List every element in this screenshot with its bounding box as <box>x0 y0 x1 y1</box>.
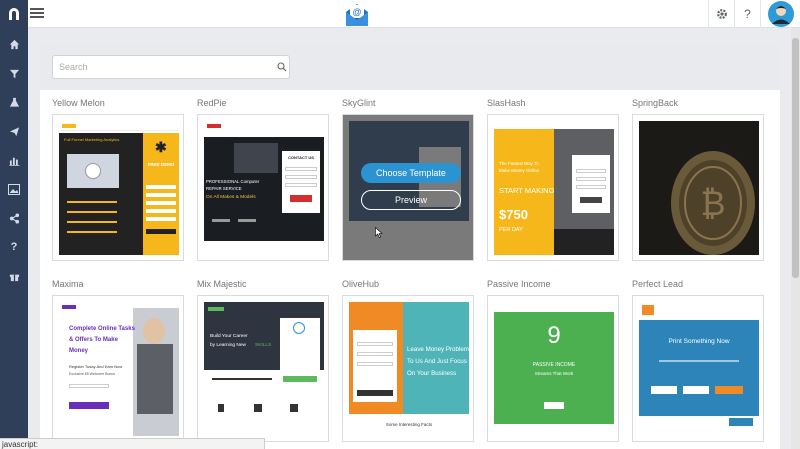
thumb-line2: Streams That Work <box>534 371 574 376</box>
template-card[interactable]: SkyGlint Choose Template Preview <box>342 97 474 261</box>
template-name: SlasHash <box>487 98 526 108</box>
template-preview[interactable]: Print Something Now <box>632 295 764 442</box>
template-preview[interactable]: Leave Money Problem To Us And Just Focus… <box>342 295 474 442</box>
thumb-line1: Print Something Now <box>668 338 730 345</box>
template-thumbnail: The Fastest Way To Make Money Online STA… <box>494 121 614 255</box>
mouse-cursor-icon <box>375 227 383 238</box>
thumb-line1: PROFESSIONAL Computer <box>206 179 260 184</box>
hover-overlay <box>343 115 473 260</box>
bar-chart-icon[interactable] <box>0 150 28 170</box>
thumb-headline: Full Funnel Marketing Analytics <box>64 137 120 142</box>
thumb-sub2: Exclusive $5 Welcome Bonus <box>69 372 116 376</box>
coin-image: ₿ <box>639 121 759 255</box>
template-thumbnail: Leave Money Problem To Us And Just Focus… <box>349 302 469 436</box>
help-icon[interactable]: ? <box>0 237 28 257</box>
thumb-line1: PASSIVE INCOME <box>532 362 576 368</box>
thumb-cta: FREE DEMO <box>147 162 175 167</box>
preview-button[interactable]: Preview <box>361 190 461 210</box>
thumb-line1: Leave Money Problem <box>407 346 469 353</box>
search-bar <box>40 45 780 90</box>
template-name: Yellow Melon <box>52 98 105 108</box>
template-thumbnail: ₿ <box>639 121 759 255</box>
thumb-footer: Some Interesting Facts <box>385 422 433 427</box>
template-card[interactable]: Perfect Lead Print Something Now <box>632 278 764 442</box>
thumb-num: 9 <box>547 322 561 349</box>
template-card[interactable]: Yellow Melon Full Funnel Marketing Analy… <box>52 97 184 261</box>
thumb-line2: & Offers To Make <box>69 337 118 343</box>
template-name: Mix Majestic <box>197 279 247 289</box>
template-thumbnail: Build Your Career by Learning New SKILLS <box>204 302 324 436</box>
template-preview[interactable]: 9 PASSIVE INCOME Streams That Work <box>487 295 619 442</box>
thumb-line1: Build Your Career <box>210 334 248 339</box>
mail-at-icon[interactable]: @ <box>343 0 371 28</box>
hamburger-menu-icon[interactable] <box>30 6 44 20</box>
template-preview[interactable]: Complete Online Tasks & Offers To Make M… <box>52 295 184 442</box>
template-card[interactable]: Mix Majestic Build Your Career by Learni… <box>197 278 329 442</box>
search-input[interactable] <box>52 55 290 79</box>
template-thumbnail: Full Funnel Marketing Analytics ✱ FREE D… <box>59 121 179 255</box>
svg-text:₿: ₿ <box>700 185 725 223</box>
funnel-icon[interactable] <box>0 63 28 83</box>
template-name: RedPie <box>197 98 227 108</box>
template-name: OliveHub <box>342 279 380 289</box>
thumb-line1: The Fastest Way To <box>499 161 539 166</box>
gift-icon[interactable] <box>0 266 28 286</box>
user-avatar-icon[interactable] <box>760 0 800 28</box>
thumb-line2: REPAIR SERVICE <box>206 186 242 191</box>
template-preview[interactable]: Build Your Career by Learning New SKILLS <box>197 295 329 442</box>
template-preview[interactable]: The Fastest Way To Make Money Online STA… <box>487 114 619 261</box>
thumb-line2: Make Money Online <box>499 168 540 173</box>
brand-logo-icon[interactable] <box>0 0 28 28</box>
template-name: Maxima <box>52 279 84 289</box>
template-card[interactable]: SlasHash The Fastest Way To Make Money O… <box>487 97 619 261</box>
template-thumbnail: 9 PASSIVE INCOME Streams That Work <box>494 302 614 436</box>
page-scrollbar[interactable] <box>791 28 800 449</box>
thumb-line1: Complete Online Tasks <box>69 326 135 332</box>
template-gallery: Yellow Melon Full Funnel Marketing Analy… <box>40 45 780 449</box>
thumb-line3: Money <box>69 348 89 354</box>
template-preview[interactable]: PROFESSIONAL Computer REPAIR SERVICE On … <box>197 114 329 261</box>
help-button[interactable]: ? <box>734 0 760 28</box>
template-thumbnail: PROFESSIONAL Computer REPAIR SERVICE On … <box>204 121 324 255</box>
sidebar: ? <box>0 0 28 449</box>
thumb-box: CONTACT US <box>288 155 314 160</box>
thumb-line3: On All Makes & Models <box>206 195 256 200</box>
thumb-sub: Register Today And Earn Now <box>69 364 123 369</box>
gear-icon[interactable] <box>708 0 734 28</box>
template-name: Perfect Lead <box>632 279 684 289</box>
search-icon[interactable] <box>277 62 287 72</box>
template-name: SpringBack <box>632 98 679 108</box>
share-icon[interactable] <box>0 208 28 228</box>
flask-icon[interactable] <box>0 92 28 112</box>
image-icon[interactable] <box>0 179 28 199</box>
thumb-line3: On Your Business <box>407 370 457 377</box>
template-preview[interactable]: ₿ <box>632 114 764 261</box>
paper-plane-icon[interactable] <box>0 121 28 141</box>
thumb-line2: by Learning New <box>210 343 246 348</box>
thumb-amount: $750 <box>499 207 528 222</box>
template-preview[interactable]: Full Funnel Marketing Analytics ✱ FREE D… <box>52 114 184 261</box>
template-card[interactable]: RedPie PROFESSIONAL Computer REPAIR SERV… <box>197 97 329 261</box>
thumb-sub: PER DAY <box>499 227 523 233</box>
template-thumbnail: Complete Online Tasks & Offers To Make M… <box>59 302 179 436</box>
scrollbar-thumb[interactable] <box>792 38 799 278</box>
thumb-cta: START MAKING <box>499 186 555 195</box>
template-preview[interactable]: Choose Template Preview <box>342 114 474 261</box>
top-bar: @ ? <box>28 0 800 28</box>
choose-template-button[interactable]: Choose Template <box>361 163 461 183</box>
thumb-accent: SKILLS <box>255 343 272 348</box>
status-bar-url: javascript: <box>0 438 265 449</box>
svg-text:@: @ <box>352 7 361 17</box>
template-thumbnail: Print Something Now <box>639 302 759 436</box>
template-card[interactable]: SpringBack ₿ <box>632 97 764 261</box>
thumb-line2: To Us And Just Focus <box>407 358 467 365</box>
template-card[interactable]: OliveHub Leave Money Problem To Us And J… <box>342 278 474 442</box>
home-icon[interactable] <box>0 34 28 54</box>
template-card[interactable]: Passive Income 9 PASSIVE INCOME Streams … <box>487 278 619 442</box>
template-name: SkyGlint <box>342 98 376 108</box>
template-name: Passive Income <box>487 279 551 289</box>
template-card[interactable]: Maxima Complete Online Tasks & Offers To… <box>52 278 184 442</box>
